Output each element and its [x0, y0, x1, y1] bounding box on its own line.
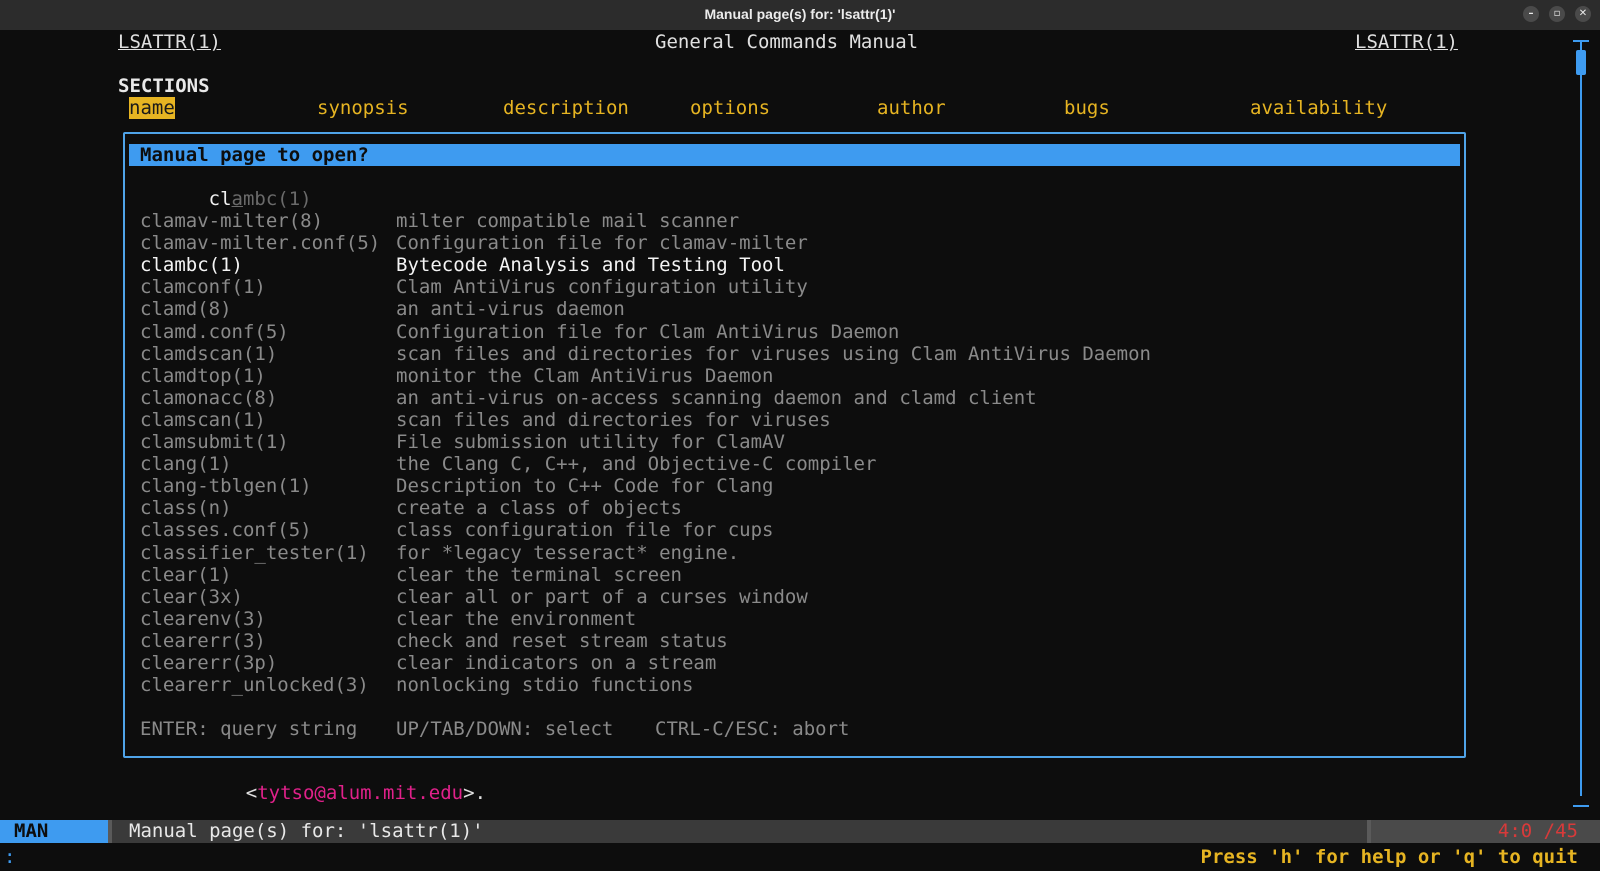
- result-description: monitor the Clam AntiVirus Daemon: [396, 364, 774, 387]
- result-description: check and reset stream status: [396, 629, 728, 652]
- email-open-bracket: <: [245, 782, 258, 804]
- query-suggestion: ambc(1): [232, 188, 312, 210]
- result-name: class(n): [140, 497, 232, 520]
- result-name: clamscan(1): [140, 408, 266, 431]
- section-link-synopsis[interactable]: synopsis: [317, 97, 409, 119]
- terminal[interactable]: LSATTR(1) General Commands Manual LSATTR…: [0, 30, 1600, 871]
- hint-select: UP/TAB/DOWN: select: [396, 718, 614, 740]
- email-close-bracket: >.: [463, 782, 487, 804]
- result-name: clambc(1): [140, 254, 243, 277]
- open-page-popup: Manual page to open? clambc(1) clamav-mi…: [123, 132, 1466, 758]
- section-link-options[interactable]: options: [690, 97, 770, 119]
- result-description: File submission utility for ClamAV: [396, 431, 785, 453]
- window-title: Manual page(s) for: 'lsattr(1)': [704, 6, 896, 22]
- result-description: an anti-virus daemon: [396, 298, 625, 321]
- result-description: clear all or part of a curses window: [396, 585, 808, 608]
- result-name: clamdscan(1): [140, 342, 278, 365]
- result-name: clamav-milter(8): [140, 210, 324, 232]
- result-description: Configuration file for Clam AntiVirus Da…: [396, 320, 900, 343]
- man-header-center: General Commands Manual: [655, 31, 919, 53]
- sections-title: SECTIONS: [118, 75, 210, 97]
- result-description: scan files and directories for viruses u…: [396, 342, 1151, 365]
- result-description: for *legacy tesseract* engine.: [396, 541, 740, 564]
- popup-prompt: Manual page to open?: [140, 144, 369, 166]
- result-description: clear the environment: [396, 607, 637, 630]
- help-hint: Press 'h' for help or 'q' to quit: [1200, 846, 1579, 868]
- result-description: nonlocking stdio functions: [396, 674, 694, 697]
- result-name: classes.conf(5): [140, 519, 312, 542]
- result-description: Clam AntiVirus configuration utility: [396, 276, 808, 299]
- result-description: Description to C++ Code for Clang: [396, 475, 774, 498]
- result-name: clearerr(3): [140, 629, 266, 652]
- result-name: clamd.conf(5): [140, 320, 289, 343]
- man-header-left: LSATTR(1): [118, 31, 221, 53]
- result-description: scan files and directories for viruses: [396, 408, 831, 431]
- scrollbar-bottom-cap: [1573, 805, 1589, 807]
- result-description: milter compatible mail scanner: [396, 210, 740, 232]
- result-name: clamconf(1): [140, 276, 266, 299]
- author-email-line: <tytso@alum.mit.edu>.: [200, 760, 486, 826]
- result-name: clearerr_unlocked(3): [140, 674, 369, 697]
- section-link-bugs[interactable]: bugs: [1064, 97, 1110, 119]
- scrollbar-thumb[interactable]: [1576, 50, 1586, 75]
- section-link-availability[interactable]: availability: [1250, 97, 1387, 119]
- popup-prompt-bar: Manual page to open?: [129, 144, 1460, 166]
- scrollbar-track[interactable]: [1580, 40, 1582, 796]
- status-separator: [108, 820, 112, 843]
- result-name: clamd(8): [140, 298, 232, 321]
- result-description: clear indicators on a stream: [396, 652, 717, 674]
- result-name: clang(1): [140, 453, 232, 476]
- query-typed-text: cl: [208, 188, 232, 210]
- result-name: clear(3x): [140, 585, 243, 608]
- status-bar: MAN Manual page(s) for: 'lsattr(1)' 4:0 …: [0, 820, 1600, 843]
- result-description: Configuration file for clamav-milter: [396, 232, 808, 255]
- hint-abort: CTRL-C/ESC: abort: [655, 718, 850, 740]
- section-link-name[interactable]: name: [129, 97, 175, 119]
- mode-indicator: MAN: [0, 820, 108, 843]
- result-name: clear(1): [140, 563, 232, 586]
- result-description: an anti-virus on-access scanning daemon …: [396, 386, 1037, 409]
- result-name: clamdtop(1): [140, 364, 266, 387]
- result-name: clamav-milter.conf(5): [140, 232, 381, 255]
- cursor-position: 4:0 /45: [1497, 820, 1578, 842]
- result-description: create a class of objects: [396, 497, 682, 520]
- window-titlebar: Manual page(s) for: 'lsattr(1)' – ▫ ✕: [0, 0, 1600, 30]
- result-description: clear the terminal screen: [396, 563, 682, 586]
- man-header-right: LSATTR(1): [1355, 31, 1458, 53]
- minimize-icon[interactable]: –: [1523, 6, 1539, 22]
- status-separator-right: [1367, 820, 1371, 843]
- result-name: clearerr(3p): [140, 652, 278, 674]
- result-name: clearenv(3): [140, 607, 266, 630]
- close-icon[interactable]: ✕: [1575, 6, 1591, 22]
- hint-enter: ENTER: query string: [140, 718, 358, 740]
- section-link-author[interactable]: author: [877, 97, 946, 119]
- result-description: class configuration file for cups: [396, 519, 774, 542]
- result-description: Bytecode Analysis and Testing Tool: [396, 254, 785, 277]
- result-name: clamsubmit(1): [140, 431, 289, 453]
- result-name: clang-tblgen(1): [140, 475, 312, 498]
- status-text: Manual page(s) for: 'lsattr(1)': [129, 820, 484, 842]
- result-name: clamonacc(8): [140, 386, 278, 409]
- maximize-icon[interactable]: ▫: [1549, 6, 1565, 22]
- query-suggestion-cursor: a: [231, 188, 243, 210]
- section-link-description[interactable]: description: [503, 97, 629, 119]
- result-name: classifier_tester(1): [140, 541, 369, 564]
- result-description: the Clang C, C++, and Objective-C compil…: [396, 453, 877, 476]
- command-line-prompt[interactable]: :: [4, 846, 15, 868]
- query-suggestion-rest: mbc(1): [242, 188, 312, 210]
- author-email-link[interactable]: tytso@alum.mit.edu: [257, 782, 463, 804]
